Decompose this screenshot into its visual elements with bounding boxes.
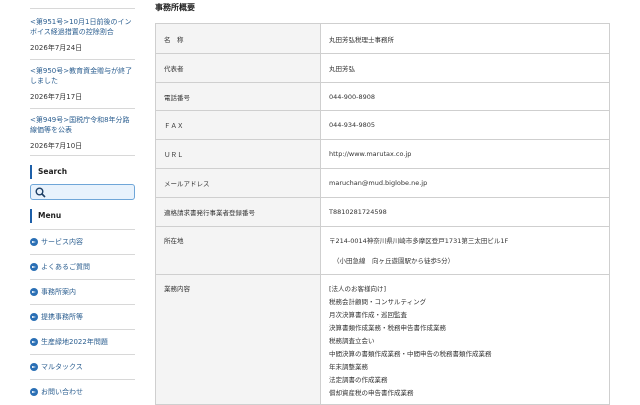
business-line: 月次決算書作成・巡回監査 [329,311,407,319]
row-label: 電話番号 [155,82,321,111]
menu-item-services[interactable]: サービス内容 [30,235,135,249]
arrow-right-icon [30,388,38,396]
menu-item-label: 生産緑地2022年問題 [41,338,108,346]
news-date: 2026年7月24日 [30,44,83,52]
menu-item-label: マルタックス [41,363,83,371]
business-line: 決算書類作成業務・税務申告書作成業務 [329,324,446,332]
divider [30,354,135,355]
news-link[interactable]: <第950号>教育資金贈与が終了しました [30,66,135,86]
row-label: 適格請求書発行事業者登録番号 [155,197,321,227]
row-value: T8810281724598 [320,197,610,227]
table-row: 電話番号 044-900-8908 [155,82,610,111]
row-label: ＵＲＬ [155,139,321,169]
row-value: http://www.marutax.co.jp [320,139,610,169]
search-icon[interactable] [35,187,46,198]
business-line: [法人のお客様向け] [329,285,387,293]
row-value: [法人のお客様向け] 税務会計顧問・コンサルティング 月次決算書作成・巡回監査 … [320,274,610,405]
menu-item-faq[interactable]: よくあるご質問 [30,260,135,274]
table-row: 業務内容 [法人のお客様向け] 税務会計顧問・コンサルティング 月次決算書作成・… [155,274,610,405]
news-link[interactable]: <第951号>10月1日前後のインボイス経過措置の控除割合 [30,17,135,37]
row-label: 業務内容 [155,274,321,405]
business-line: 年末調整業務 [329,363,368,371]
business-line: 中間決算の書類作成業務・中間申告の税務書類作成業務 [329,350,492,358]
menu-heading: Menu [30,209,135,223]
news-item: <第951号>10月1日前後のインボイス経過措置の控除割合 2026年7月24日 [30,17,135,53]
news-item: <第949号>国税庁令和8年分路線価等を公表 2026年7月10日 [30,115,135,151]
row-value: maruchan@mud.biglobe.ne.jp [320,168,610,198]
menu-item-office[interactable]: 事務所案内 [30,285,135,299]
table-row: メールアドレス maruchan@mud.biglobe.ne.jp [155,168,610,198]
divider [30,59,135,60]
business-line: 法定調書の作成業務 [329,376,388,384]
arrow-right-icon [30,288,38,296]
divider [30,304,135,305]
table-row: ＵＲＬ http://www.marutax.co.jp [155,139,610,169]
table-row: 名 称 丸田芳弘税理士事務所 [155,23,610,54]
menu-item-label: サービス内容 [41,238,83,246]
row-label: 所在地 [155,226,321,275]
row-label: メールアドレス [155,168,321,198]
divider [30,279,135,280]
menu-item-green-land[interactable]: 生産緑地2022年問題 [30,335,135,349]
menu-item-label: 提携事務所等 [41,313,83,321]
office-info-table: 名 称 丸田芳弘税理士事務所 代表者 丸田芳弘 電話番号 044-900-890… [155,23,610,405]
row-value: 丸田芳弘 [320,53,610,83]
divider [30,108,135,109]
arrow-right-icon [30,238,38,246]
menu-item-label: よくあるご質問 [41,263,90,271]
business-line: 償却資産税の申告書作成業務 [329,389,414,397]
menu-item-contact[interactable]: お問い合わせ [30,385,135,399]
news-date: 2026年7月17日 [30,93,83,101]
table-row: 代表者 丸田芳弘 [155,53,610,83]
divider [30,379,135,380]
menu-item-marutax[interactable]: マルタックス [30,360,135,374]
row-value: 〒214-0014神奈川県川崎市多摩区登戸1731第三太田ビル1F （小田急線 … [320,226,610,275]
news-date: 2026年7月10日 [30,142,83,150]
row-label: 代表者 [155,53,321,83]
search-heading: Search [30,165,135,179]
row-value: 044-900-8908 [320,82,610,111]
divider [30,229,135,230]
arrow-right-icon [30,263,38,271]
divider [30,254,135,255]
search-input[interactable] [30,184,135,200]
arrow-right-icon [30,338,38,346]
news-link[interactable]: <第949号>国税庁令和8年分路線価等を公表 [30,115,135,135]
table-row: ＦＡＸ 044-934-9805 [155,110,610,140]
business-line: 税務会計顧問・コンサルティング [329,298,427,306]
row-label: 名 称 [155,23,321,54]
address-line: 〒214-0014神奈川県川崎市多摩区登戸1731第三太田ビル1F [329,237,509,245]
access-note: （小田急線 向ヶ丘遊園駅から徒歩5分） [333,257,455,265]
row-value: 044-934-9805 [320,110,610,140]
table-row: 所在地 〒214-0014神奈川県川崎市多摩区登戸1731第三太田ビル1F （小… [155,226,610,275]
news-item: <第950号>教育資金贈与が終了しました 2026年7月17日 [30,66,135,102]
row-label: ＦＡＸ [155,110,321,140]
divider [30,155,135,156]
arrow-right-icon [30,363,38,371]
table-row: 適格請求書発行事業者登録番号 T8810281724598 [155,197,610,227]
divider [30,329,135,330]
divider [30,8,135,9]
arrow-right-icon [30,313,38,321]
menu-item-label: 事務所案内 [41,288,76,296]
page-title: 事務所概要 [155,3,195,12]
menu-item-partners[interactable]: 提携事務所等 [30,310,135,324]
menu-item-label: お問い合わせ [41,388,83,396]
business-line: 税務調査立会い [329,337,375,345]
row-value: 丸田芳弘税理士事務所 [320,23,610,54]
